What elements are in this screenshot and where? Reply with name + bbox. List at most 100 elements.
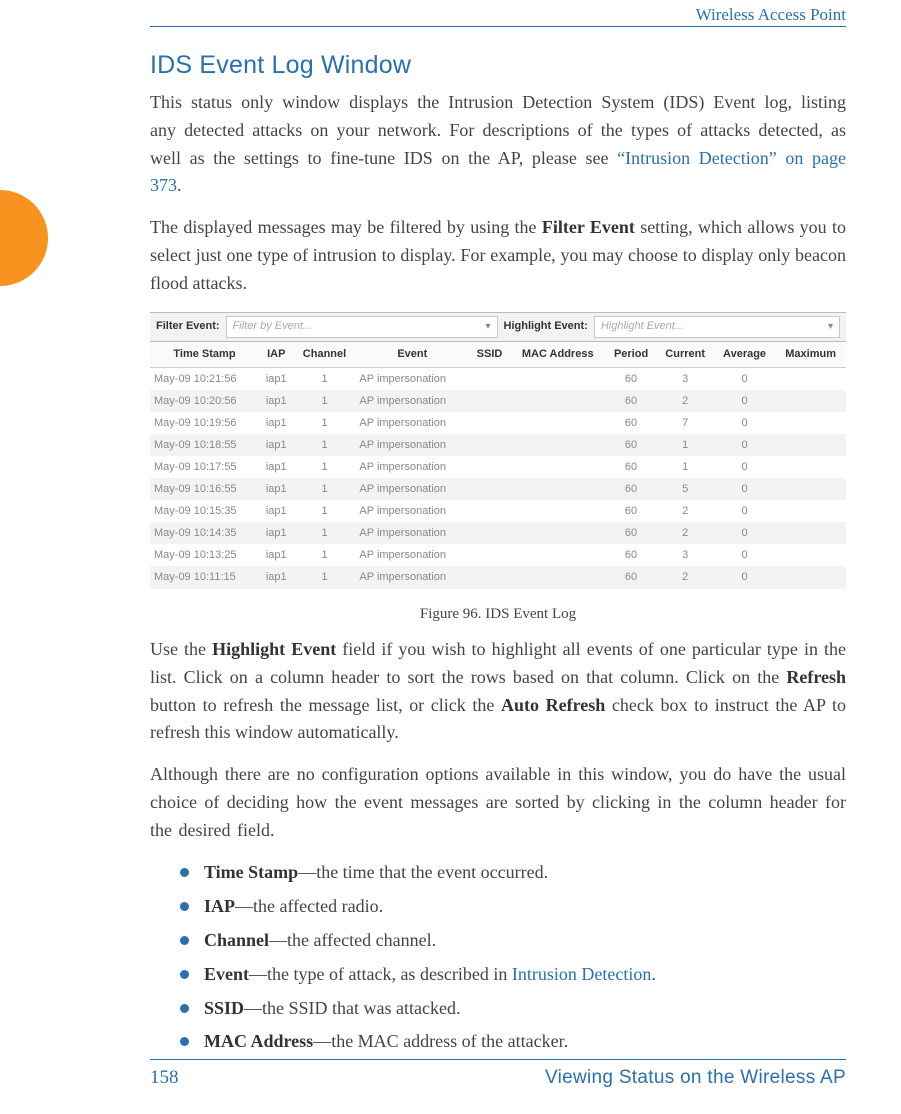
p1-text-b: . xyxy=(177,175,182,195)
table-cell: 60 xyxy=(606,412,657,434)
table-cell xyxy=(775,544,846,566)
table-cell: AP impersonation xyxy=(355,412,469,434)
field-definition-list: Time Stamp—the time that the event occur… xyxy=(180,859,846,1056)
list-item: Time Stamp—the time that the event occur… xyxy=(180,859,846,887)
table-cell: 60 xyxy=(606,566,657,588)
table-row: May-09 10:18:55iap11AP impersonation6010 xyxy=(150,434,846,456)
table-cell: 0 xyxy=(714,434,775,456)
column-header[interactable]: Channel xyxy=(294,342,356,368)
paragraph-1: This status only window displays the Int… xyxy=(150,89,846,201)
table-cell: AP impersonation xyxy=(355,500,469,522)
filter-event-label: Filter Event: xyxy=(156,318,220,335)
table-row: May-09 10:21:56iap11AP impersonation6030 xyxy=(150,368,846,391)
table-cell xyxy=(469,522,510,544)
table-cell: AP impersonation xyxy=(355,544,469,566)
column-header[interactable]: Maximum xyxy=(775,342,846,368)
column-header[interactable]: MAC Address xyxy=(510,342,606,368)
table-cell: 5 xyxy=(656,478,713,500)
table-cell: AP impersonation xyxy=(355,522,469,544)
section-heading: IDS Event Log Window xyxy=(150,46,846,85)
table-cell: May-09 10:13:25 xyxy=(150,544,259,566)
p2-bold-filter-event: Filter Event xyxy=(542,217,635,237)
column-header[interactable]: SSID xyxy=(469,342,510,368)
highlight-event-placeholder: Highlight Event... xyxy=(601,318,684,335)
bullet-term: Event xyxy=(204,964,249,984)
column-header[interactable]: Time Stamp xyxy=(150,342,259,368)
table-cell xyxy=(510,522,606,544)
table-cell: 2 xyxy=(656,522,713,544)
table-row: May-09 10:19:56iap11AP impersonation6070 xyxy=(150,412,846,434)
p3-bold-highlight-event: Highlight Event xyxy=(212,639,336,659)
table-cell xyxy=(510,368,606,391)
table-cell: AP impersonation xyxy=(355,566,469,588)
table-cell xyxy=(469,566,510,588)
table-cell: 3 xyxy=(656,368,713,391)
bullet-term: Channel xyxy=(204,930,269,950)
table-cell: 1 xyxy=(294,368,356,391)
table-cell: iap1 xyxy=(259,544,294,566)
table-cell: iap1 xyxy=(259,566,294,588)
table-row: May-09 10:16:55iap11AP impersonation6050 xyxy=(150,478,846,500)
bullet-text: —the affected channel. xyxy=(269,930,436,950)
bullet-term: IAP xyxy=(204,896,235,916)
table-row: May-09 10:15:35iap11AP impersonation6020 xyxy=(150,500,846,522)
table-cell: May-09 10:11:15 xyxy=(150,566,259,588)
table-cell: 0 xyxy=(714,566,775,588)
figure-ids-event-log: Filter Event: Filter by Event... ▾ Highl… xyxy=(150,312,846,589)
paragraph-3: Use the Highlight Event field if you wis… xyxy=(150,636,846,748)
footer-rule xyxy=(150,1059,846,1060)
table-cell xyxy=(510,434,606,456)
table-cell xyxy=(775,456,846,478)
list-item: Event—the type of attack, as described i… xyxy=(180,961,846,989)
table-cell xyxy=(510,566,606,588)
table-cell: 1 xyxy=(656,456,713,478)
filter-event-dropdown[interactable]: Filter by Event... ▾ xyxy=(226,316,498,338)
bullet-term: MAC Address xyxy=(204,1031,313,1051)
table-cell: 2 xyxy=(656,566,713,588)
column-header[interactable]: Event xyxy=(355,342,469,368)
table-cell xyxy=(775,368,846,391)
table-cell xyxy=(469,500,510,522)
table-cell: 1 xyxy=(294,478,356,500)
table-cell: May-09 10:17:55 xyxy=(150,456,259,478)
p3-bold-auto-refresh: Auto Refresh xyxy=(501,695,605,715)
table-cell xyxy=(469,390,510,412)
table-cell xyxy=(775,522,846,544)
table-cell: iap1 xyxy=(259,412,294,434)
column-header[interactable]: Period xyxy=(606,342,657,368)
column-header[interactable]: Average xyxy=(714,342,775,368)
table-cell xyxy=(775,434,846,456)
list-item: MAC Address—the MAC address of the attac… xyxy=(180,1028,846,1056)
ids-event-table: Time StampIAPChannelEventSSIDMAC Address… xyxy=(150,342,846,589)
table-cell xyxy=(775,390,846,412)
table-row: May-09 10:20:56iap11AP impersonation6020 xyxy=(150,390,846,412)
filter-event-placeholder: Filter by Event... xyxy=(233,318,312,335)
header-right: Wireless Access Point xyxy=(696,2,846,28)
p2-text-a: The displayed messages may be filtered b… xyxy=(150,217,542,237)
p3-a: Use the xyxy=(150,639,212,659)
table-cell: iap1 xyxy=(259,368,294,391)
table-cell xyxy=(775,500,846,522)
list-item: IAP—the affected radio. xyxy=(180,893,846,921)
table-cell xyxy=(775,412,846,434)
table-cell: 1 xyxy=(294,566,356,588)
bullet-text: —the MAC address of the attacker. xyxy=(313,1031,568,1051)
table-cell xyxy=(510,544,606,566)
table-cell: May-09 10:19:56 xyxy=(150,412,259,434)
column-header[interactable]: IAP xyxy=(259,342,294,368)
table-cell: 0 xyxy=(714,544,775,566)
chevron-down-icon: ▾ xyxy=(485,319,490,335)
table-cell: 1 xyxy=(294,434,356,456)
table-cell: 1 xyxy=(656,434,713,456)
table-row: May-09 10:13:25iap11AP impersonation6030 xyxy=(150,544,846,566)
link-intrusion-detection[interactable]: Intrusion Detection xyxy=(512,964,651,984)
table-cell: 60 xyxy=(606,478,657,500)
side-tab-icon xyxy=(0,190,48,286)
table-cell: 0 xyxy=(714,478,775,500)
highlight-event-dropdown[interactable]: Highlight Event... ▾ xyxy=(594,316,840,338)
figure-toolbar: Filter Event: Filter by Event... ▾ Highl… xyxy=(150,312,846,342)
column-header[interactable]: Current xyxy=(656,342,713,368)
table-cell: 0 xyxy=(714,390,775,412)
table-cell: AP impersonation xyxy=(355,434,469,456)
table-row: May-09 10:14:35iap11AP impersonation6020 xyxy=(150,522,846,544)
